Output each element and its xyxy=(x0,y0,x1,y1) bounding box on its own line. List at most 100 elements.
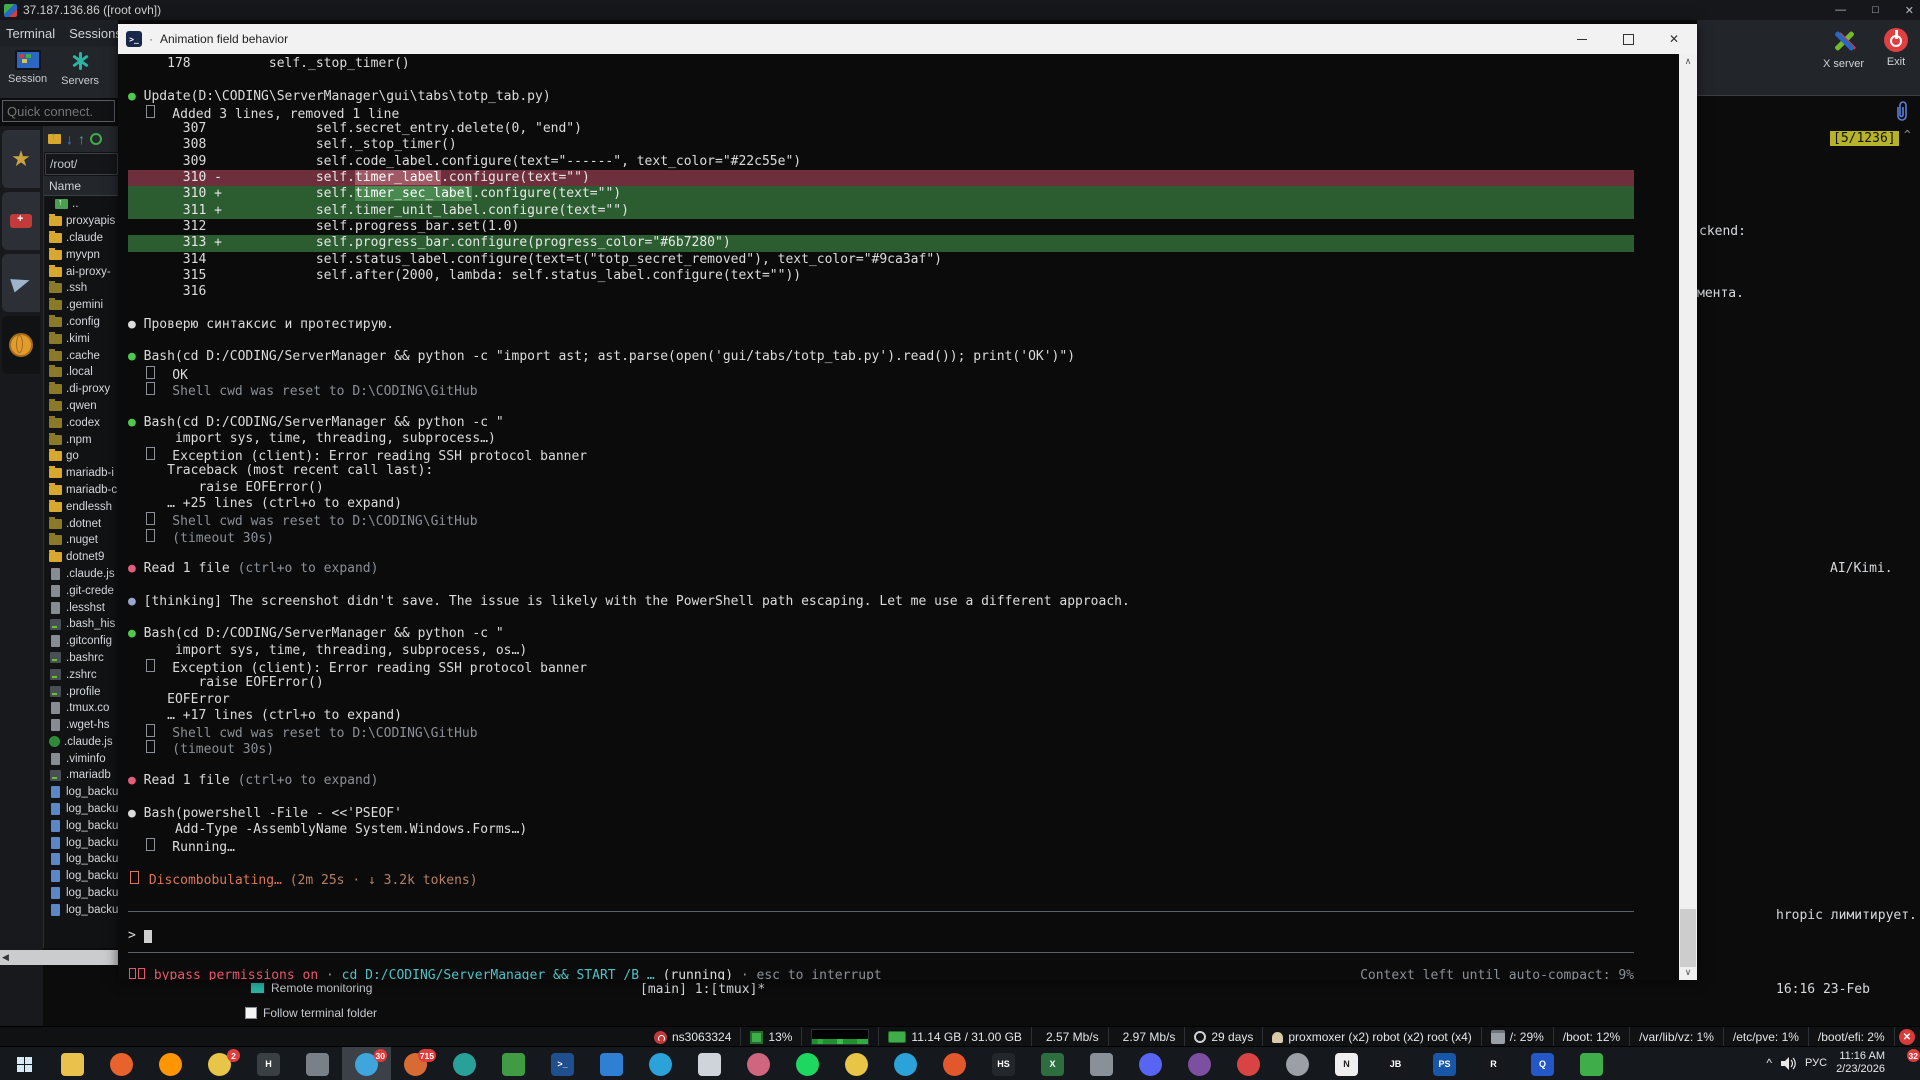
taskbar-media-app[interactable] xyxy=(734,1047,783,1080)
mobaxterm-minimize-button[interactable]: — xyxy=(1835,4,1846,16)
file-item[interactable]: .claude xyxy=(44,230,119,247)
file-item[interactable]: log_backu xyxy=(44,901,119,918)
statusbar-close-icon[interactable]: ✕ xyxy=(1899,1029,1915,1045)
window-minimize-button[interactable] xyxy=(1559,24,1605,54)
taskbar-autohotkey[interactable]: H xyxy=(244,1047,293,1080)
taskbar-terminal-app[interactable]: >_ xyxy=(538,1047,587,1080)
window-maximize-button[interactable] xyxy=(1605,24,1651,54)
scroll-down-arrow[interactable]: ∨ xyxy=(1679,965,1697,980)
file-item[interactable]: log_backu xyxy=(44,817,119,834)
file-item[interactable]: .codex xyxy=(44,414,119,431)
tray-clock[interactable]: 11:16 AM 2/23/2026 xyxy=(1836,1050,1885,1076)
tab-tools[interactable] xyxy=(2,192,40,250)
taskbar-xshell[interactable]: X xyxy=(1028,1047,1077,1080)
follow-folder-checkbox[interactable] xyxy=(245,1007,257,1019)
taskbar-hs-app[interactable]: HS xyxy=(979,1047,1028,1080)
file-item[interactable]: log_backu xyxy=(44,885,119,902)
file-item[interactable]: go xyxy=(44,448,119,465)
taskbar-discord[interactable] xyxy=(1126,1047,1175,1080)
taskbar-chrome[interactable] xyxy=(832,1047,881,1080)
tab-sftp[interactable] xyxy=(2,254,40,312)
remote-monitoring-row[interactable]: Remote monitoring xyxy=(250,981,372,995)
taskbar-jetbrains-toolbox[interactable]: JB xyxy=(1371,1047,1420,1080)
menu-sessions[interactable]: Sessions xyxy=(69,26,122,41)
file-item[interactable]: .mariadb xyxy=(44,767,119,784)
taskbar-powershell[interactable]: PS xyxy=(1420,1047,1469,1080)
taskbar-gray-app[interactable] xyxy=(293,1047,342,1080)
file-item[interactable]: .zshrc xyxy=(44,666,119,683)
file-item[interactable]: ai-proxy- xyxy=(44,263,119,280)
taskbar-brave-browser[interactable] xyxy=(97,1047,146,1080)
quick-connect-input[interactable] xyxy=(2,100,115,122)
file-item[interactable]: .. xyxy=(44,196,119,213)
taskbar-chrome-profile[interactable]: 2 xyxy=(195,1047,244,1080)
file-item[interactable]: .qwen xyxy=(44,398,119,415)
taskbar-telegram[interactable] xyxy=(636,1047,685,1080)
file-item[interactable]: log_backu xyxy=(44,834,119,851)
window-titlebar[interactable]: >_ · Animation field behavior ✕ xyxy=(118,24,1697,54)
taskbar-qbittorrent[interactable] xyxy=(440,1047,489,1080)
file-list-hscrollbar[interactable]: ◀ xyxy=(0,950,118,965)
tab-network[interactable] xyxy=(2,316,40,374)
file-item[interactable]: .viminfo xyxy=(44,750,119,767)
taskbar-spotify[interactable] xyxy=(783,1047,832,1080)
upload-icon[interactable]: ↑ xyxy=(78,131,85,147)
mobaxterm-close-button[interactable]: ✕ xyxy=(1905,4,1914,17)
file-item[interactable]: dotnet9 xyxy=(44,549,119,566)
taskbar-file-explorer[interactable] xyxy=(48,1047,97,1080)
session-button[interactable]: Session xyxy=(8,50,47,98)
file-item[interactable]: .wget-hs xyxy=(44,717,119,734)
file-item[interactable]: .cache xyxy=(44,347,119,364)
file-item[interactable]: .kimi xyxy=(44,330,119,347)
name-column-header[interactable]: Name xyxy=(44,176,119,196)
download-icon[interactable]: ↓ xyxy=(66,131,73,147)
file-item[interactable]: log_backu xyxy=(44,851,119,868)
terminal-scrollbar[interactable]: ∧ ∨ xyxy=(1679,54,1697,980)
file-item[interactable]: mariadb-i xyxy=(44,465,119,482)
file-item[interactable]: .claude.js xyxy=(44,734,119,751)
file-item[interactable]: .npm xyxy=(44,431,119,448)
taskbar-sharex[interactable] xyxy=(1077,1047,1126,1080)
taskbar-anydesk[interactable] xyxy=(1567,1047,1616,1080)
exit-button[interactable]: Exit xyxy=(1884,28,1908,95)
file-item[interactable]: .di-proxy xyxy=(44,381,119,398)
file-item[interactable]: .config xyxy=(44,314,119,331)
taskbar-notepad-app[interactable] xyxy=(685,1047,734,1080)
taskbar-browser-profile[interactable]: 715 xyxy=(391,1047,440,1080)
taskbar-rust-app[interactable] xyxy=(930,1047,979,1080)
scroll-up-arrow[interactable]: ∧ xyxy=(1679,54,1697,69)
refresh-icon[interactable] xyxy=(90,133,102,145)
notification-icon[interactable]: 32 xyxy=(1894,1052,1916,1074)
window-close-button[interactable]: ✕ xyxy=(1651,24,1697,54)
file-item[interactable]: .gitconfig xyxy=(44,633,119,650)
file-item[interactable]: endlessh xyxy=(44,498,119,515)
start-button[interactable] xyxy=(0,1047,48,1080)
volume-icon[interactable] xyxy=(1781,1057,1796,1070)
current-path[interactable]: /root/ xyxy=(45,153,118,175)
taskbar-browser-profile[interactable]: 30 xyxy=(342,1047,391,1080)
file-item[interactable]: .tmux.co xyxy=(44,700,119,717)
taskbar-purple-app[interactable] xyxy=(1175,1047,1224,1080)
servers-button[interactable]: Servers xyxy=(61,50,99,98)
taskbar-rider[interactable]: R xyxy=(1469,1047,1518,1080)
file-item[interactable]: .claude.js xyxy=(44,566,119,583)
file-item[interactable]: .lesshst xyxy=(44,599,119,616)
file-item[interactable]: log_backu xyxy=(44,868,119,885)
taskbar-firefox-browser[interactable] xyxy=(146,1047,195,1080)
file-item[interactable]: log_backu xyxy=(44,801,119,818)
terminal-scroll-arrow[interactable]: ^ xyxy=(1904,128,1911,141)
file-item[interactable]: .bashrc xyxy=(44,650,119,667)
file-item[interactable]: .dotnet xyxy=(44,515,119,532)
file-item[interactable]: .local xyxy=(44,364,119,381)
folder-up-icon[interactable] xyxy=(48,134,61,144)
tab-favorites[interactable]: ★ xyxy=(2,130,40,188)
scrollbar-thumb[interactable] xyxy=(1680,909,1696,967)
taskbar-vscode[interactable] xyxy=(587,1047,636,1080)
file-item[interactable]: mariadb-c xyxy=(44,482,119,499)
taskbar-pinwheel-app[interactable] xyxy=(1273,1047,1322,1080)
taskbar-green-folder-app[interactable] xyxy=(489,1047,538,1080)
file-item[interactable]: .nuget xyxy=(44,532,119,549)
taskbar-messenger-app[interactable] xyxy=(881,1047,930,1080)
follow-terminal-folder-row[interactable]: Follow terminal folder xyxy=(245,1006,377,1020)
file-item[interactable]: log_backu xyxy=(44,784,119,801)
